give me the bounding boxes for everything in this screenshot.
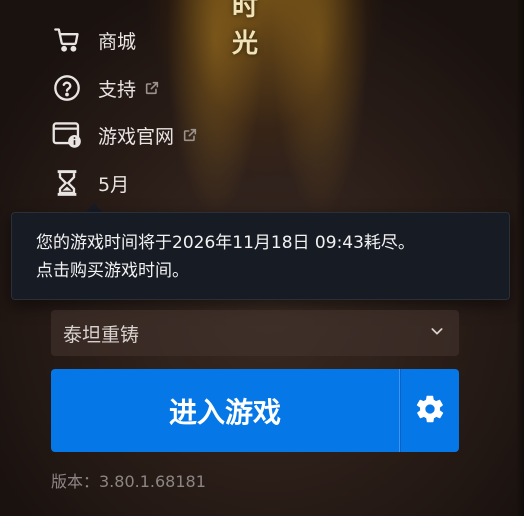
game-settings-button[interactable] (401, 369, 459, 452)
menu-item-game-time[interactable]: 5月 (52, 167, 129, 199)
external-link-icon (182, 127, 198, 143)
client-version-text: 版本：3.80.1.68181 (51, 472, 206, 491)
play-button-group: 进入游戏 (51, 369, 459, 452)
game-version-value: 泰坦重铸 (63, 323, 140, 346)
play-button-label: 进入游戏 (168, 395, 281, 429)
help-circle-icon (52, 73, 82, 103)
menu-item-label: 支持 (98, 78, 137, 101)
menu-item-label: 5月 (98, 173, 130, 196)
play-button[interactable]: 进入游戏 (51, 369, 399, 452)
menu-item-support[interactable]: 支持 (52, 72, 160, 104)
gear-icon (414, 393, 446, 429)
launcher-panel: 时 光 商城 支持 游戏官网 5月 您的游戏时间将于2026年11月18日 09… (0, 0, 524, 516)
menu-item-label: 游戏官网 (98, 125, 175, 148)
menu-item-shop[interactable]: 商城 (52, 24, 136, 56)
chevron-down-icon (429, 322, 445, 344)
tooltip-line: 您的游戏时间将于2026年11月18日 09:43耗尽。 (36, 233, 415, 253)
panel-edge-shadow (516, 0, 524, 516)
menu-item-official-site[interactable]: 游戏官网 (52, 119, 198, 151)
menu-item-label: 商城 (98, 30, 137, 53)
game-banner-title: 时 光 (231, 0, 290, 59)
browser-info-icon (52, 120, 82, 150)
game-version-select[interactable]: 泰坦重铸 (51, 310, 459, 356)
cart-icon (52, 25, 82, 55)
hourglass-icon (52, 168, 82, 198)
external-link-icon (144, 80, 160, 96)
tooltip-line: 点击购买游戏时间。 (36, 261, 189, 281)
game-time-tooltip: 您的游戏时间将于2026年11月18日 09:43耗尽。 点击购买游戏时间。 (11, 212, 510, 300)
